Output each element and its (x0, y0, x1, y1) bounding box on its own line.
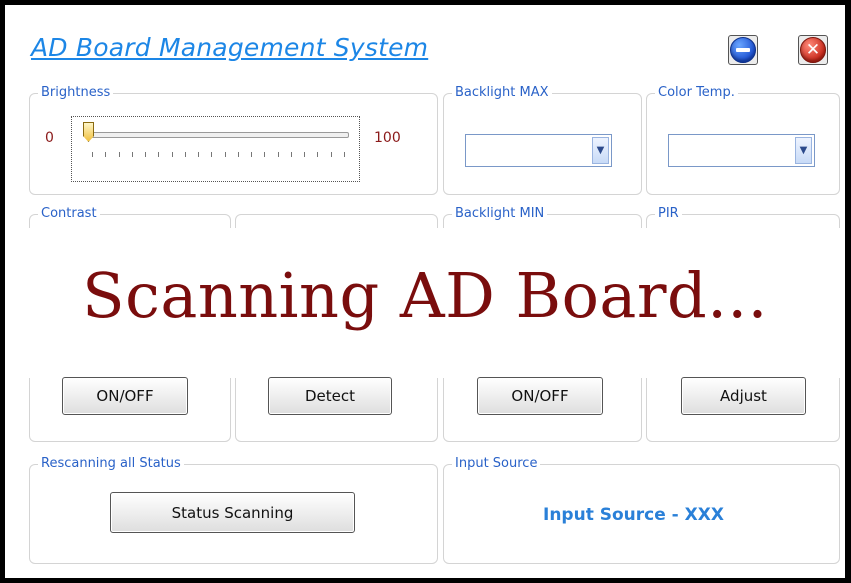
slider-tick (184, 152, 186, 157)
close-button[interactable]: ✕ (798, 35, 828, 65)
slider-tick (277, 152, 279, 157)
color-temp-label: Color Temp. (655, 85, 738, 101)
brightness-slider[interactable] (71, 116, 360, 182)
scanning-message: Scanning AD Board... (82, 259, 768, 332)
status-scanning-button[interactable]: Status Scanning (110, 492, 355, 533)
brightness-max-label: 100 (374, 130, 401, 146)
slider-tick (92, 152, 93, 157)
brightness-slider-ticks (92, 152, 345, 158)
adjust-button[interactable]: Adjust (681, 377, 806, 415)
color-temp-group: Color Temp. ▼ (646, 85, 840, 195)
slider-tick (224, 152, 226, 157)
slider-tick (330, 152, 332, 157)
backlight-max-select[interactable]: ▼ (465, 134, 612, 167)
brightness-label: Brightness (38, 85, 114, 101)
brightness-min-label: 0 (45, 130, 54, 146)
brightness-slider-thumb[interactable] (83, 122, 94, 142)
slider-tick (105, 152, 107, 157)
backlight-onoff-button[interactable]: ON/OFF (477, 377, 603, 415)
app-title: AD Board Management System (31, 33, 429, 62)
slider-tick (251, 152, 252, 157)
contrast-label: Contrast (38, 206, 100, 222)
rescanning-label: Rescanning all Status (38, 456, 184, 472)
chevron-down-icon[interactable]: ▼ (795, 137, 812, 164)
slider-tick (304, 152, 305, 157)
detect-button[interactable]: Detect (268, 377, 392, 415)
chevron-down-icon[interactable]: ▼ (592, 137, 609, 164)
slider-tick (131, 152, 133, 157)
backlight-max-label: Backlight MAX (452, 85, 552, 101)
slider-tick (317, 152, 319, 157)
app-window: AD Board Management System ✕ Brightness … (5, 5, 845, 578)
slider-tick (290, 152, 292, 157)
slider-tick (171, 152, 173, 157)
close-icon: ✕ (800, 37, 826, 63)
contrast-onoff-button[interactable]: ON/OFF (62, 377, 188, 415)
slider-tick (343, 152, 345, 157)
slider-tick (158, 152, 160, 157)
slider-tick (198, 152, 199, 157)
slider-tick (145, 152, 146, 157)
slider-tick (211, 152, 213, 157)
input-source-value: Input Source - XXX (543, 505, 724, 525)
slider-tick (237, 152, 239, 157)
backlight-max-group: Backlight MAX ▼ (443, 85, 642, 195)
color-temp-select[interactable]: ▼ (668, 134, 815, 167)
pir-label: PIR (655, 206, 682, 222)
slider-tick (118, 152, 120, 157)
input-source-label: Input Source (452, 456, 541, 472)
brightness-group: Brightness 0 100 (29, 85, 438, 195)
minimize-button[interactable] (728, 35, 758, 65)
backlight-min-label: Backlight MIN (452, 206, 548, 222)
slider-tick (264, 152, 266, 157)
brightness-slider-track[interactable] (89, 132, 349, 138)
minimize-icon (730, 37, 756, 63)
close-glyph: ✕ (805, 40, 821, 60)
